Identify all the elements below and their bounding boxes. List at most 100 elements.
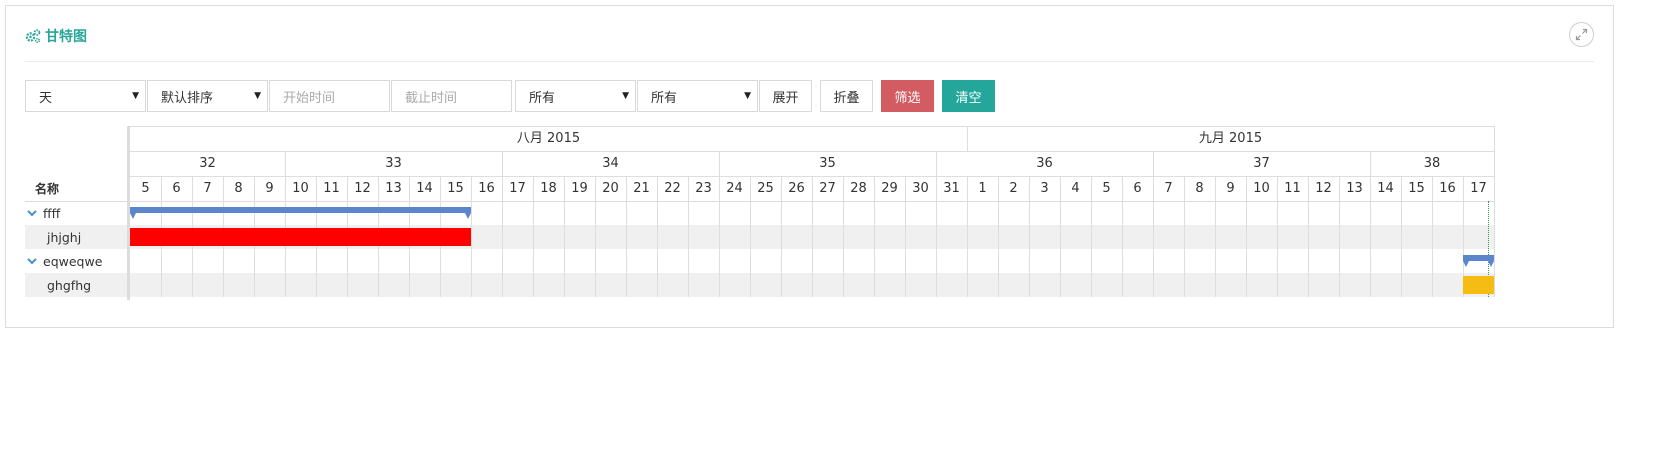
day-header: 16 bbox=[1439, 181, 1456, 196]
task-name: ffff bbox=[43, 205, 61, 221]
day-separator bbox=[843, 176, 844, 297]
day-header: 17 bbox=[1470, 181, 1487, 196]
day-header: 11 bbox=[323, 181, 340, 196]
sort-select-value: 默认排序 bbox=[161, 90, 214, 106]
week-header: 32 bbox=[199, 156, 216, 171]
day-header: 6 bbox=[172, 181, 181, 196]
day-separator bbox=[502, 176, 503, 297]
day-header: 10 bbox=[1253, 181, 1270, 196]
day-header: 24 bbox=[726, 181, 743, 196]
month-separator bbox=[967, 126, 968, 151]
week-separator bbox=[936, 151, 937, 176]
task-name: ghgfhg bbox=[47, 277, 92, 293]
expand-icon bbox=[1575, 28, 1588, 41]
week-header: 38 bbox=[1423, 156, 1441, 171]
day-separator bbox=[1339, 176, 1340, 297]
filter-select-b[interactable]: 所有 bbox=[637, 80, 758, 112]
task-group-label[interactable]: ffff bbox=[27, 201, 60, 225]
filter-select-a[interactable]: 所有 bbox=[515, 80, 636, 112]
day-header: 9 bbox=[1226, 181, 1235, 196]
task-bar[interactable] bbox=[1463, 276, 1494, 294]
day-header: 26 bbox=[788, 181, 805, 196]
day-separator bbox=[1122, 176, 1123, 297]
chevron-down-icon[interactable] bbox=[27, 256, 37, 266]
day-separator bbox=[1432, 176, 1433, 297]
start-time-input[interactable]: 开始时间 bbox=[269, 80, 390, 112]
day-header: 25 bbox=[757, 181, 774, 196]
day-separator bbox=[595, 176, 596, 297]
day-separator bbox=[471, 176, 472, 297]
grid-border-right bbox=[1494, 126, 1495, 297]
day-header: 13 bbox=[385, 181, 402, 196]
day-header: 28 bbox=[850, 181, 867, 196]
day-header: 14 bbox=[1377, 181, 1394, 196]
day-header: 6 bbox=[1133, 181, 1142, 196]
filter-select-a-value: 所有 bbox=[529, 90, 556, 106]
end-time-input[interactable]: 截止时间 bbox=[391, 80, 512, 112]
day-separator bbox=[1370, 176, 1371, 297]
day-header: 18 bbox=[540, 181, 557, 196]
collapse-all-button[interactable]: 折叠 bbox=[820, 80, 873, 112]
gantt-chart: 名称 八月 2015 九月 2015 32 33 34 35 36 37 38 5 6 7 8 9 10 11… bbox=[25, 126, 1496, 300]
day-header: 15 bbox=[1408, 181, 1425, 196]
task-name: jhjghj bbox=[47, 229, 82, 245]
day-header: 29 bbox=[881, 181, 898, 196]
day-header: 30 bbox=[912, 181, 929, 196]
month-header: 九月 2015 bbox=[1198, 131, 1263, 146]
end-time-placeholder: 截止时间 bbox=[405, 90, 458, 106]
day-separator bbox=[1308, 176, 1309, 297]
row-background bbox=[25, 273, 1494, 297]
task-bar[interactable] bbox=[130, 228, 471, 246]
day-header: 2 bbox=[1009, 181, 1018, 196]
day-header: 3 bbox=[1040, 181, 1049, 196]
scale-select[interactable]: 天 bbox=[25, 80, 146, 112]
day-separator bbox=[1401, 176, 1402, 297]
week-header: 37 bbox=[1253, 156, 1270, 171]
day-header: 23 bbox=[695, 181, 712, 196]
day-header: 31 bbox=[943, 181, 960, 196]
chevron-down-icon[interactable] bbox=[27, 208, 37, 218]
task-label: ghgfhg bbox=[47, 273, 91, 297]
week-header: 35 bbox=[819, 156, 836, 171]
expand-all-button[interactable]: 展开 bbox=[759, 80, 812, 112]
day-separator bbox=[1184, 176, 1185, 297]
filter-button[interactable]: 筛选 bbox=[881, 80, 934, 112]
group-bar-cap bbox=[1488, 261, 1494, 267]
header-divider bbox=[25, 61, 1594, 62]
day-header: 15 bbox=[447, 181, 464, 196]
day-separator bbox=[905, 176, 906, 297]
day-separator bbox=[967, 176, 968, 297]
day-separator bbox=[688, 176, 689, 297]
week-header: 33 bbox=[385, 156, 402, 171]
task-group-label[interactable]: eqweqwe bbox=[27, 249, 102, 273]
day-separator bbox=[626, 176, 627, 297]
day-separator bbox=[874, 176, 875, 297]
task-label: jhjghj bbox=[47, 225, 81, 249]
grid-line-horizontal bbox=[25, 201, 1494, 202]
week-header: 36 bbox=[1036, 156, 1053, 171]
scale-select-value: 天 bbox=[39, 90, 53, 106]
task-name: eqweqwe bbox=[43, 253, 103, 269]
sort-select[interactable]: 默认排序 bbox=[147, 80, 268, 112]
clear-button[interactable]: 清空 bbox=[942, 80, 995, 112]
day-header: 8 bbox=[1195, 181, 1204, 196]
fullscreen-button[interactable] bbox=[1569, 22, 1594, 47]
collapse-all-label: 折叠 bbox=[833, 90, 860, 106]
expand-all-label: 展开 bbox=[772, 90, 799, 106]
gantt-panel: 甘特图 天 默认排序 开始时间 截止时间 所有 所有 展开 折叠 筛选 清空 名… bbox=[5, 5, 1614, 328]
day-separator bbox=[1277, 176, 1278, 297]
day-separator bbox=[812, 176, 813, 297]
day-header: 16 bbox=[478, 181, 495, 196]
week-header: 34 bbox=[602, 156, 619, 171]
start-time-placeholder: 开始时间 bbox=[283, 90, 336, 106]
day-header: 14 bbox=[416, 181, 433, 196]
group-bar-cap bbox=[1463, 261, 1469, 267]
day-separator bbox=[719, 176, 720, 297]
day-header: 22 bbox=[664, 181, 681, 196]
week-separator bbox=[285, 151, 286, 176]
week-separator bbox=[1370, 151, 1371, 176]
group-summary-bar[interactable] bbox=[130, 207, 471, 213]
gears-icon bbox=[25, 29, 41, 44]
day-header: 9 bbox=[265, 181, 274, 196]
day-header: 27 bbox=[819, 181, 836, 196]
